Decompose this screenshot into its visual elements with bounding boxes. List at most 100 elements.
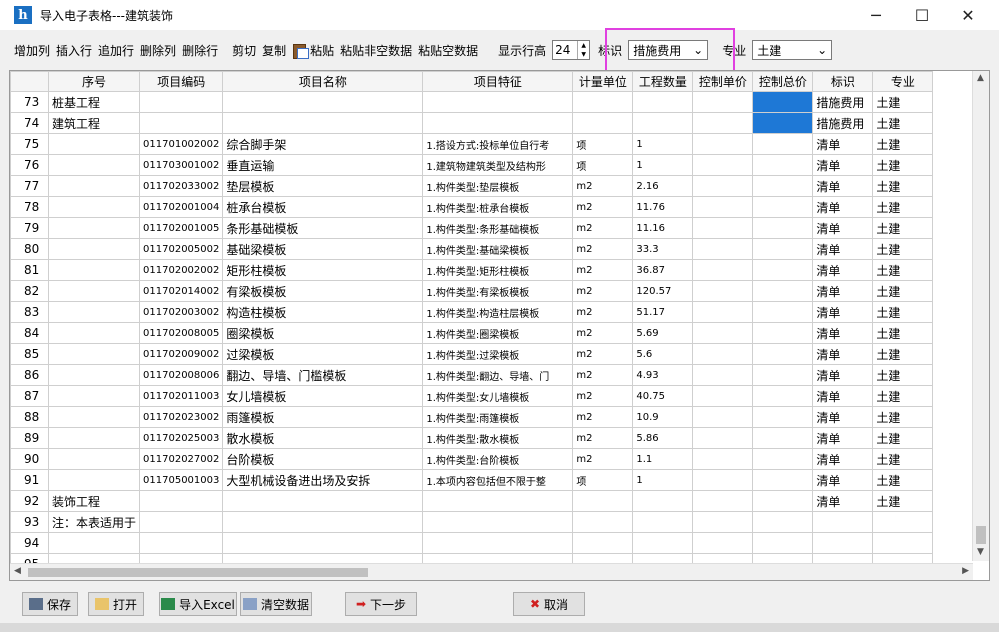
table-cell[interactable]	[692, 364, 754, 386]
table-cell[interactable]: m2	[572, 280, 634, 302]
table-cell[interactable]	[752, 196, 814, 218]
table-cell[interactable]: 011703001002	[139, 154, 224, 176]
table-cell[interactable]: 土建	[872, 280, 934, 302]
copy-button[interactable]: 复制	[262, 42, 286, 59]
table-cell[interactable]: 5.6	[632, 343, 694, 365]
table-cell[interactable]	[47, 469, 141, 491]
row-number-cell[interactable]: 92	[10, 490, 49, 512]
column-header[interactable]: 控制单价	[692, 71, 754, 92]
table-cell[interactable]: 011702002002	[139, 259, 224, 281]
table-cell[interactable]	[692, 427, 754, 449]
table-cell[interactable]	[752, 511, 814, 533]
table-cell[interactable]: 1.构件类型:过梁模板	[422, 343, 574, 365]
table-cell[interactable]	[692, 259, 754, 281]
table-cell[interactable]: 措施费用	[812, 91, 874, 113]
table-cell[interactable]: 1.构件类型:散水模板	[422, 427, 574, 449]
table-cell[interactable]	[692, 385, 754, 407]
add-column-button[interactable]: 增加列	[14, 42, 50, 59]
table-cell[interactable]	[692, 238, 754, 260]
table-cell[interactable]	[47, 532, 141, 554]
vertical-scrollbar[interactable]: ▲ ▼	[972, 71, 989, 561]
table-cell[interactable]: 垫层模板	[222, 175, 424, 197]
table-cell[interactable]	[572, 91, 634, 113]
spreadsheet-grid[interactable]: 序号 项目编码 项目名称 项目特征 计量单位 工程数量 控制单价 控制总价 标识 专业 73 桩基工…	[9, 70, 990, 581]
table-cell[interactable]	[692, 175, 754, 197]
table-cell[interactable]: 011702005002	[139, 238, 224, 260]
table-cell[interactable]: m2	[572, 175, 634, 197]
insert-row-button[interactable]: 插入行	[56, 42, 92, 59]
table-cell[interactable]: 1	[632, 154, 694, 176]
table-cell[interactable]: 1.构件类型:基础梁模板	[422, 238, 574, 260]
table-cell[interactable]	[632, 91, 694, 113]
table-cell[interactable]	[222, 490, 424, 512]
table-cell[interactable]: 011702003002	[139, 301, 224, 323]
table-cell[interactable]: 1	[632, 133, 694, 155]
table-cell[interactable]	[47, 259, 141, 281]
table-cell[interactable]	[222, 532, 424, 554]
table-cell[interactable]: 清单	[812, 196, 874, 218]
paste-button[interactable]: 粘贴	[310, 42, 334, 59]
table-cell[interactable]: 土建	[872, 385, 934, 407]
table-cell[interactable]: 120.57	[632, 280, 694, 302]
table-cell[interactable]	[47, 301, 141, 323]
table-cell[interactable]: 土建	[872, 196, 934, 218]
table-cell[interactable]: 1.本项内容包括但不限于整	[422, 469, 574, 491]
table-cell[interactable]: 1.构件类型:台阶模板	[422, 448, 574, 470]
table-cell[interactable]	[632, 490, 694, 512]
row-number-cell[interactable]: 80	[10, 238, 49, 260]
column-header[interactable]: 项目编码	[139, 71, 224, 92]
table-cell[interactable]	[47, 196, 141, 218]
table-cell[interactable]: 桩基工程	[47, 91, 141, 113]
clear-data-button[interactable]: 清空数据	[240, 592, 312, 616]
column-header[interactable]: 标识	[812, 71, 874, 92]
table-cell[interactable]: 条形基础模板	[222, 217, 424, 239]
table-cell[interactable]	[422, 511, 574, 533]
table-cell[interactable]	[692, 532, 754, 554]
table-cell[interactable]: 土建	[872, 448, 934, 470]
table-cell[interactable]: m2	[572, 343, 634, 365]
table-cell[interactable]: 011702033002	[139, 175, 224, 197]
table-cell[interactable]	[47, 427, 141, 449]
table-cell[interactable]: 011702023002	[139, 406, 224, 428]
table-cell[interactable]: 1.构件类型:桩承台模板	[422, 196, 574, 218]
import-excel-button[interactable]: 导入Excel	[159, 592, 237, 616]
row-number-cell[interactable]: 94	[10, 532, 49, 554]
table-cell[interactable]: 011702008006	[139, 364, 224, 386]
table-cell[interactable]	[47, 175, 141, 197]
table-cell[interactable]	[692, 448, 754, 470]
table-cell[interactable]	[872, 532, 934, 554]
table-cell[interactable]	[572, 112, 634, 134]
table-cell[interactable]: 土建	[872, 238, 934, 260]
table-cell[interactable]	[692, 280, 754, 302]
delete-column-button[interactable]: 删除列	[140, 42, 176, 59]
table-cell[interactable]	[47, 406, 141, 428]
major-select[interactable]: 土建 ⌄	[752, 40, 833, 60]
row-number-cell[interactable]: 85	[10, 343, 49, 365]
table-cell[interactable]: 土建	[872, 406, 934, 428]
table-cell[interactable]: 项	[572, 469, 634, 491]
table-cell[interactable]	[752, 364, 814, 386]
table-cell[interactable]	[752, 427, 814, 449]
mark-select[interactable]: 措施费用 ⌄	[628, 40, 709, 60]
table-cell[interactable]	[47, 385, 141, 407]
table-cell[interactable]: 清单	[812, 385, 874, 407]
open-button[interactable]: 打开	[88, 592, 144, 616]
table-cell[interactable]	[752, 322, 814, 344]
table-cell[interactable]: 过梁模板	[222, 343, 424, 365]
table-cell[interactable]	[47, 217, 141, 239]
table-cell[interactable]	[47, 133, 141, 155]
table-cell[interactable]	[692, 322, 754, 344]
table-cell[interactable]	[692, 112, 754, 134]
table-cell[interactable]: 清单	[812, 154, 874, 176]
table-cell[interactable]: 5.69	[632, 322, 694, 344]
table-cell[interactable]: 矩形柱模板	[222, 259, 424, 281]
table-cell[interactable]: 1.构件类型:圈梁模板	[422, 322, 574, 344]
table-cell[interactable]	[752, 301, 814, 323]
table-cell[interactable]	[222, 112, 424, 134]
table-cell[interactable]: 清单	[812, 322, 874, 344]
table-cell[interactable]: 1.建筑物建筑类型及结构形	[422, 154, 574, 176]
table-cell[interactable]: 36.87	[632, 259, 694, 281]
table-cell[interactable]	[139, 511, 224, 533]
table-cell[interactable]	[692, 91, 754, 113]
column-header[interactable]: 项目名称	[222, 71, 424, 92]
